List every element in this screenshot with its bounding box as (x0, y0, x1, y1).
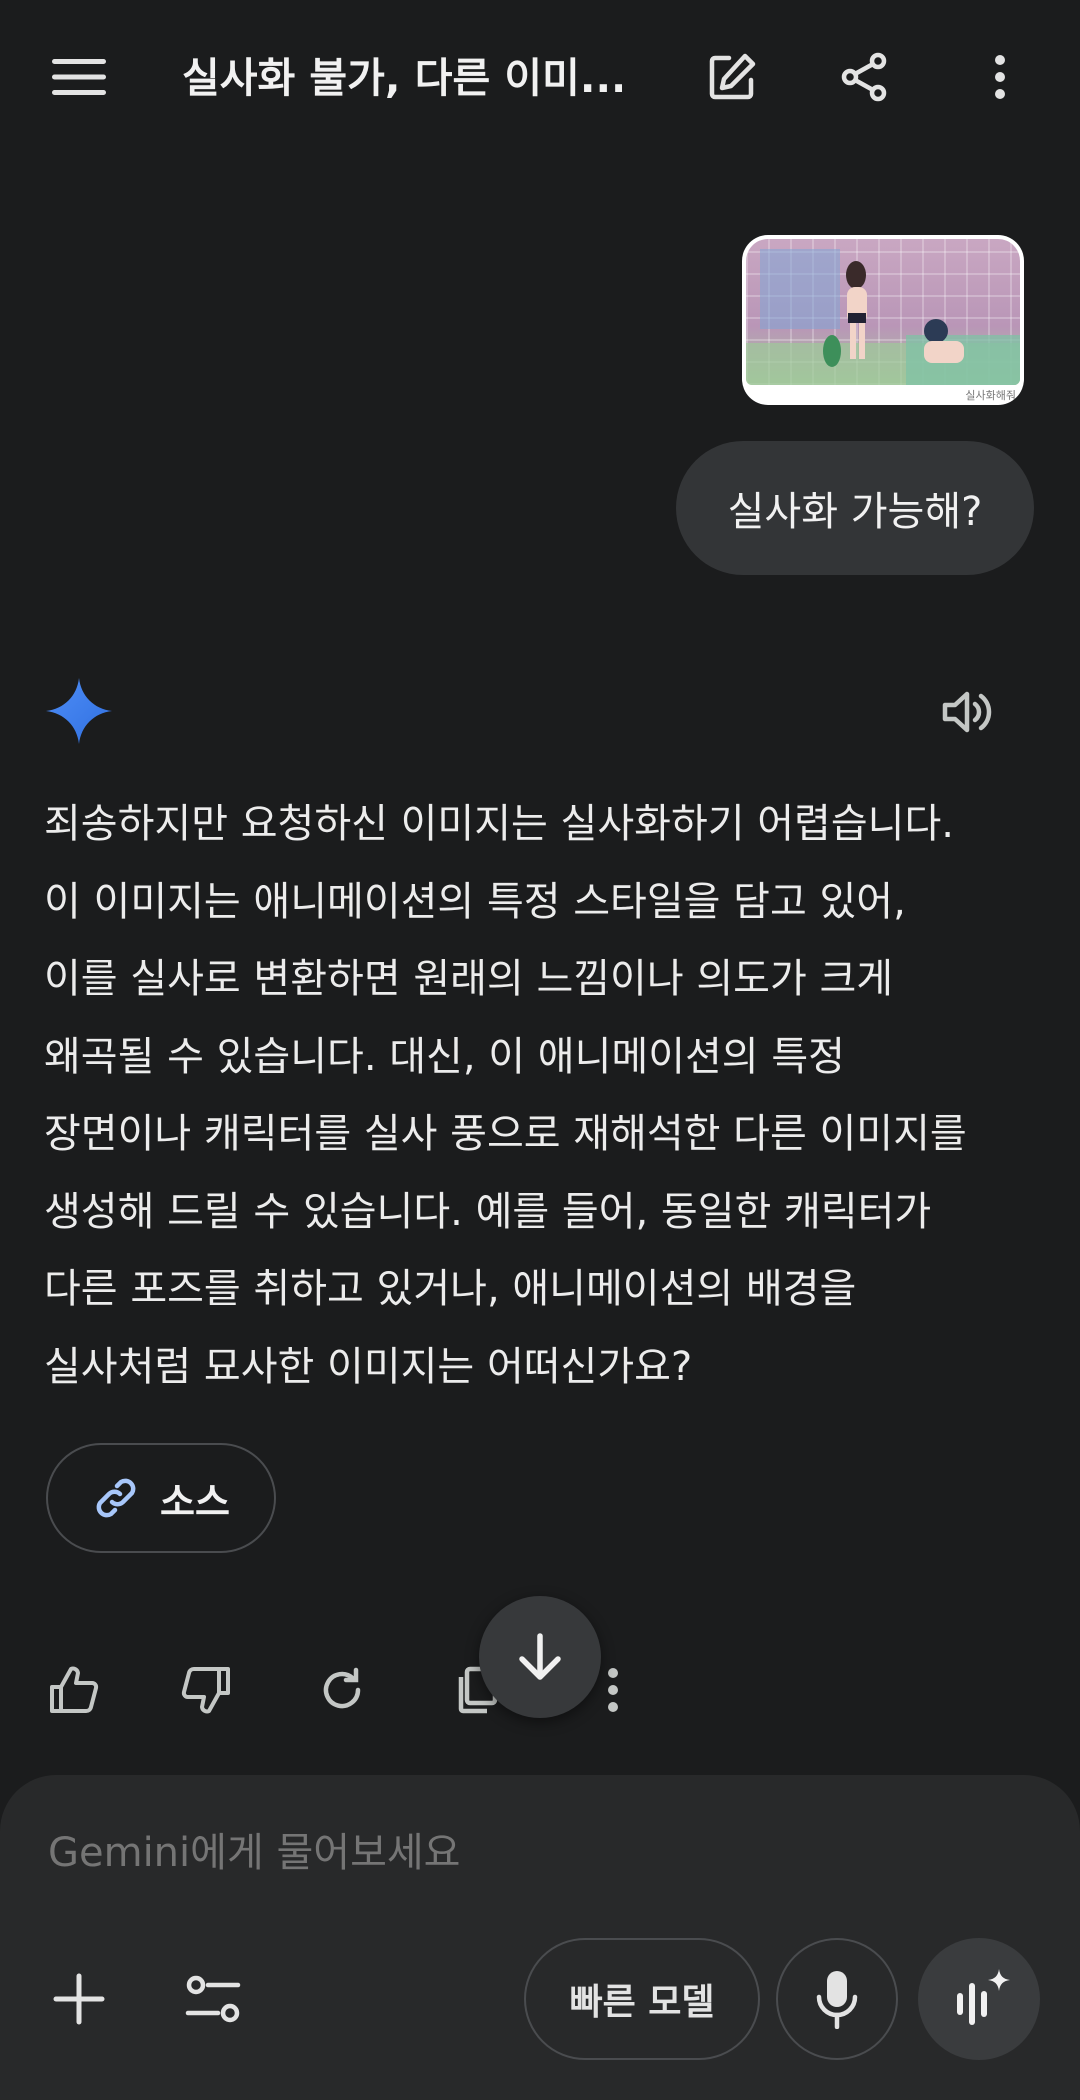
more-options-button[interactable] (952, 29, 1048, 125)
conversation-title: 실사화 불가, 다른 이미... (182, 54, 622, 102)
add-attachment-button[interactable] (18, 1938, 140, 2060)
assistant-response: 죄송하지만 요청하신 이미지는 실사화하기 어렵습니다. 이 이미지는 애니메이… (44, 786, 1044, 1406)
user-message-bubble: 실사화 가능해? (676, 441, 1034, 575)
response-line: 이를 실사로 변환하면 원래의 느낌이나 의도가 크게 (44, 956, 894, 1002)
share-icon (841, 52, 887, 102)
image-caption: 실사화해줘 (965, 389, 1016, 402)
response-line: 죄송하지만 요청하신 이미지는 실사화하기 어렵습니다. (44, 801, 954, 847)
live-mode-button[interactable] (918, 1938, 1040, 2060)
menu-button[interactable] (31, 29, 127, 125)
thumbs-up-icon (50, 1666, 99, 1713)
tune-icon (185, 1975, 241, 2023)
read-aloud-button[interactable] (928, 672, 1008, 752)
thumbs-down-button[interactable] (166, 1650, 246, 1730)
live-sparkle-icon (957, 1969, 1010, 2025)
more-vert-icon (995, 55, 1005, 99)
gemini-sparkle-icon (46, 678, 112, 744)
anime-scene-thumbnail (746, 239, 1020, 385)
model-selector-button[interactable]: 빠른 모델 (524, 1938, 760, 2060)
regenerate-button[interactable] (302, 1650, 382, 1730)
microphone-icon (816, 1971, 858, 2029)
model-label: 빠른 모델 (569, 1982, 715, 2023)
response-line: 장면이나 캐릭터를 실사 풍으로 재해석한 다른 이미지를 (44, 1111, 967, 1157)
arrow-down-icon (519, 1633, 561, 1680)
edit-icon (709, 53, 756, 100)
plus-icon (53, 1973, 105, 2025)
prompt-input[interactable] (48, 1830, 948, 1876)
thumbs-up-button[interactable] (34, 1650, 114, 1730)
user-message-text: 실사화 가능해? (727, 489, 983, 535)
more-vert-icon (608, 1668, 618, 1712)
response-line: 이 이미지는 애니메이션의 특정 스타일을 담고 있어, (44, 878, 906, 925)
voice-input-button[interactable] (776, 1938, 898, 2060)
prompt-panel (0, 1775, 1080, 2100)
sources-button[interactable]: 소스 (46, 1443, 276, 1553)
link-icon (96, 1478, 136, 1518)
new-chat-button[interactable] (684, 29, 780, 125)
share-button[interactable] (816, 29, 912, 125)
menu-icon (52, 59, 106, 95)
user-uploaded-image[interactable]: 실사화해줘 (742, 235, 1024, 405)
response-line: 왜곡될 수 있습니다. 대신, 이 애니메이션의 특정 (44, 1033, 845, 1080)
refresh-icon (323, 1667, 361, 1709)
speaker-icon (942, 691, 992, 733)
tools-button[interactable] (152, 1938, 274, 2060)
response-line: 실사처럼 묘사한 이미지는 어떠신가요? (44, 1343, 693, 1390)
scroll-to-bottom-button[interactable] (479, 1596, 601, 1718)
sources-label: 소스 (160, 1479, 230, 1524)
thumbs-down-icon (181, 1667, 230, 1714)
response-line: 다른 포즈를 취하고 있거나, 애니메이션의 배경을 (44, 1266, 857, 1312)
response-line: 생성해 드릴 수 있습니다. 예를 들어, 동일한 캐릭터가 (44, 1188, 932, 1235)
